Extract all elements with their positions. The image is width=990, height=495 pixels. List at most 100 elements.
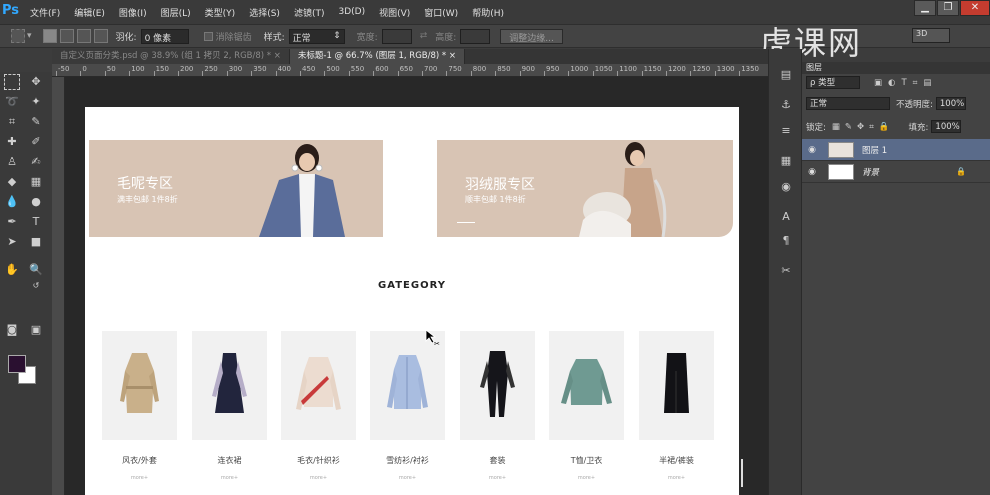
- ruler-tick: [568, 71, 570, 76]
- type-tool-icon[interactable]: T: [28, 214, 44, 230]
- close-button[interactable]: ✕: [960, 0, 990, 16]
- restore-button[interactable]: ❐: [937, 0, 959, 16]
- style-select[interactable]: 正常 ⇕: [288, 28, 345, 44]
- rectangle-tool-icon[interactable]: ■: [28, 234, 44, 250]
- canvas-area[interactable]: 毛呢专区 满丰包邮 1件8折 羽绒服专区 顺丰包邮 1件8折 GATEGORY …: [65, 77, 768, 495]
- paragraph-panel-icon[interactable]: ¶: [778, 233, 794, 249]
- adjustments-panel-icon[interactable]: ◉: [778, 179, 794, 195]
- tools-panel: ✥ ➰ ✦ ⌗ ✎ ✚ ✐ ♙ ✍ ◆ ▦ 💧 ● ✒ T ➤ ■ ✋ 🔍 ↺ …: [0, 72, 52, 495]
- gradient-tool-icon[interactable]: ▦: [28, 174, 44, 190]
- minimize-button[interactable]: ▁: [914, 0, 936, 16]
- menu-select[interactable]: 选择(S): [249, 6, 280, 19]
- history-brush-tool-icon[interactable]: ✍: [28, 154, 44, 170]
- quick-mask-icon[interactable]: ◙: [4, 322, 20, 338]
- menu-window[interactable]: 窗口(W): [424, 6, 458, 19]
- workspace-select[interactable]: 3D: [912, 28, 950, 43]
- category-card-sweater[interactable]: [281, 331, 356, 440]
- actions-panel-icon[interactable]: ⚓: [778, 97, 794, 113]
- move-tool-icon[interactable]: ✥: [28, 74, 44, 90]
- brush-tool-icon[interactable]: ✐: [28, 134, 44, 150]
- layer-filter-select[interactable]: ρ 类型: [806, 76, 860, 89]
- ruler-tick-label: 700: [424, 65, 438, 73]
- antialias-checkbox[interactable]: 消除锯齿: [201, 30, 252, 43]
- category-more: more+: [130, 475, 149, 481]
- rectangular-marquee-tool-icon[interactable]: [4, 74, 20, 90]
- eye-icon[interactable]: ◉: [802, 167, 822, 177]
- category-label: T恤/卫衣: [570, 456, 603, 465]
- category-card-dress[interactable]: [192, 331, 267, 440]
- selection-mode-icons[interactable]: [40, 29, 108, 43]
- menu-type[interactable]: 类型(Y): [205, 6, 236, 19]
- ruler-tick-label: 1100: [619, 65, 638, 73]
- clone-stamp-tool-icon[interactable]: ♙: [4, 154, 20, 170]
- properties-panel-icon[interactable]: ▦: [778, 153, 794, 169]
- refine-edge-button[interactable]: 调整边缘...: [500, 28, 563, 44]
- hand-tool-icon[interactable]: ✋: [4, 262, 20, 278]
- menu-filter[interactable]: 滤镜(T): [294, 6, 325, 19]
- layer-row-background[interactable]: ◉ 背景 🔒: [802, 161, 990, 183]
- magic-wand-tool-icon[interactable]: ✦: [28, 94, 44, 110]
- zoom-tool-icon[interactable]: 🔍: [28, 262, 44, 278]
- healing-brush-tool-icon[interactable]: ✚: [4, 134, 20, 150]
- eraser-tool-icon[interactable]: ◆: [4, 174, 20, 190]
- tab-custom-page[interactable]: 自定义页面分类.psd @ 38.9% (组 1 拷贝 2, RGB/8) * …: [52, 49, 290, 64]
- category-card-shirt[interactable]: [370, 331, 445, 440]
- lasso-tool-icon[interactable]: ➰: [4, 94, 20, 110]
- eyedropper-tool-icon[interactable]: ✎: [28, 114, 44, 130]
- width-input[interactable]: [381, 28, 412, 44]
- category-card-pants[interactable]: [639, 331, 714, 440]
- tool-presets-icon[interactable]: ✂: [778, 263, 794, 279]
- category-more: more+: [398, 475, 417, 481]
- ruler-tick: [348, 71, 350, 76]
- foreground-color-swatch[interactable]: [8, 355, 26, 373]
- eye-icon[interactable]: ◉: [802, 145, 822, 155]
- tab-close-icon[interactable]: ×: [274, 51, 281, 61]
- screen-mode-icon[interactable]: ▣: [28, 322, 44, 338]
- menu-file[interactable]: 文件(F): [30, 6, 60, 19]
- cursor-icon: ✂: [425, 329, 440, 347]
- character-panel-icon[interactable]: A: [778, 209, 794, 225]
- ruler-tick: [690, 71, 692, 76]
- crop-tool-icon[interactable]: ⌗: [4, 114, 20, 130]
- menu-3d[interactable]: 3D(D): [338, 7, 365, 17]
- history-panel-icon[interactable]: ▤: [778, 67, 794, 83]
- ruler-tick-label: 650: [399, 65, 413, 73]
- tab-close-icon[interactable]: ×: [449, 51, 456, 61]
- document-canvas[interactable]: 毛呢专区 满丰包邮 1件8折 羽绒服专区 顺丰包邮 1件8折 GATEGORY …: [85, 107, 743, 495]
- antialias-label: 消除锯齿: [215, 32, 252, 43]
- brush-panel-icon[interactable]: ≡: [778, 123, 794, 139]
- category-more: more+: [577, 475, 596, 481]
- fill-input[interactable]: 100%: [931, 120, 962, 133]
- menu-image[interactable]: 图像(I): [119, 6, 147, 19]
- tshirt-image: [561, 359, 612, 405]
- height-input[interactable]: [460, 28, 491, 44]
- lock-label: 锁定:: [806, 122, 826, 133]
- blend-mode-select[interactable]: 正常: [806, 97, 890, 110]
- opacity-input[interactable]: 100%: [935, 97, 966, 110]
- tab-untitled-1[interactable]: 未标题-1 @ 66.7% (图层 1, RGB/8) * ×: [289, 49, 465, 64]
- feather-input[interactable]: 0 像素: [140, 28, 189, 44]
- menu-layer[interactable]: 图层(L): [161, 6, 191, 19]
- layer-row-layer1[interactable]: ◉ 图层 1: [802, 139, 990, 161]
- category-card-tshirt[interactable]: [549, 331, 624, 440]
- filter-icons[interactable]: ▣◐T⌗▤: [874, 78, 937, 88]
- menu-help[interactable]: 帮助(H): [472, 6, 504, 19]
- swap-icon[interactable]: ⇄: [420, 31, 428, 41]
- rect-marquee-preset-icon[interactable]: ▾: [8, 29, 32, 43]
- ruler-tick: [641, 71, 643, 76]
- category-card-suit[interactable]: [460, 331, 535, 440]
- pen-tool-icon[interactable]: ✒: [4, 214, 20, 230]
- swap-colors-icon[interactable]: ↺: [28, 278, 44, 294]
- window-controls: ▁ ❐ ✕: [913, 0, 990, 16]
- category-card-coat[interactable]: [102, 331, 177, 440]
- blur-tool-icon[interactable]: 💧: [4, 194, 20, 210]
- menu-view[interactable]: 视图(V): [379, 6, 410, 19]
- ruler-tick: [275, 71, 277, 76]
- menu-edit[interactable]: 编辑(E): [74, 6, 105, 19]
- layers-tab[interactable]: 图层: [802, 62, 990, 74]
- ruler-tick: [56, 71, 57, 76]
- ruler-tick-label: 850: [497, 65, 511, 73]
- path-selection-tool-icon[interactable]: ➤: [4, 234, 20, 250]
- lock-icons[interactable]: ▦✎✥⌗🔒: [832, 122, 895, 132]
- dodge-tool-icon[interactable]: ●: [28, 194, 44, 210]
